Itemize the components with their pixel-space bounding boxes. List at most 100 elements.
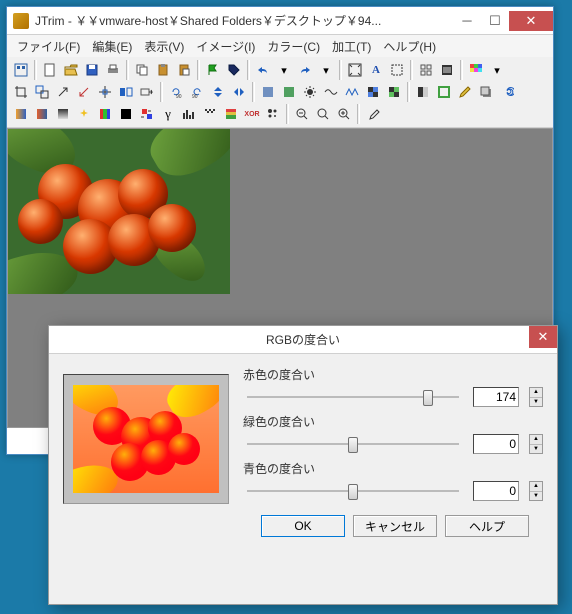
fullscreen-icon[interactable] bbox=[345, 60, 365, 80]
app-icon bbox=[13, 13, 29, 29]
titlebar[interactable]: JTrim - ￥￥vmware-host￥Shared Folders￥デスク… bbox=[7, 7, 553, 35]
blue-label: 青色の度合い bbox=[243, 460, 543, 477]
levels-icon[interactable] bbox=[179, 104, 199, 124]
pencil-icon[interactable] bbox=[455, 82, 475, 102]
tag-icon[interactable] bbox=[224, 60, 244, 80]
rotate-ccw-icon[interactable]: 90 bbox=[166, 82, 186, 102]
menu-image[interactable]: イメージ(I) bbox=[190, 36, 261, 57]
center-icon[interactable] bbox=[95, 82, 115, 102]
frame-icon[interactable] bbox=[434, 82, 454, 102]
open-icon[interactable] bbox=[61, 60, 81, 80]
crop-icon[interactable] bbox=[11, 82, 31, 102]
checker1-icon[interactable] bbox=[363, 82, 383, 102]
blue-input[interactable] bbox=[473, 481, 519, 501]
sparkle-icon[interactable] bbox=[74, 104, 94, 124]
grid4-icon[interactable] bbox=[416, 60, 436, 80]
flip-v-icon[interactable] bbox=[208, 82, 228, 102]
grad1-icon[interactable] bbox=[11, 104, 31, 124]
image-display bbox=[8, 129, 230, 294]
flag-icon[interactable] bbox=[203, 60, 223, 80]
half-icon[interactable] bbox=[413, 82, 433, 102]
copy-icon[interactable] bbox=[132, 60, 152, 80]
menu-process[interactable]: 加工(T) bbox=[326, 36, 377, 57]
preview-box bbox=[63, 374, 229, 504]
svg-text:90: 90 bbox=[176, 94, 182, 99]
dialog-close-button[interactable]: ✕ bbox=[529, 326, 557, 348]
posterize-icon[interactable] bbox=[221, 104, 241, 124]
ok-button[interactable]: OK bbox=[261, 515, 345, 537]
minimize-button[interactable]: ─ bbox=[453, 11, 481, 31]
halftone-icon[interactable] bbox=[263, 104, 283, 124]
paste-icon[interactable] bbox=[153, 60, 173, 80]
eyedropper-icon[interactable] bbox=[363, 104, 383, 124]
close-button[interactable]: ✕ bbox=[509, 11, 553, 31]
text-icon[interactable]: A bbox=[366, 60, 386, 80]
rgb-icon[interactable] bbox=[95, 104, 115, 124]
green-label: 緑色の度合い bbox=[243, 413, 543, 430]
menu-color[interactable]: カラー(C) bbox=[261, 36, 326, 57]
window-title: JTrim - ￥￥vmware-host￥Shared Folders￥デスク… bbox=[35, 12, 453, 29]
cancel-button[interactable]: キャンセル bbox=[353, 515, 437, 537]
palette-icon[interactable] bbox=[466, 60, 486, 80]
maximize-button[interactable]: ☐ bbox=[481, 11, 509, 31]
blue-spinner[interactable]: ▲▼ bbox=[529, 481, 543, 501]
rotate-cw-icon[interactable]: 90 bbox=[187, 82, 207, 102]
print-icon[interactable] bbox=[103, 60, 123, 80]
help-button[interactable]: ヘルプ bbox=[445, 515, 529, 537]
flip-h-icon[interactable] bbox=[116, 82, 136, 102]
zigzag-icon[interactable] bbox=[342, 82, 362, 102]
move-ne-icon[interactable] bbox=[53, 82, 73, 102]
svg-text:90: 90 bbox=[192, 94, 198, 99]
hsv-icon[interactable] bbox=[116, 104, 136, 124]
undo-icon[interactable] bbox=[253, 60, 273, 80]
redo-drop-icon[interactable]: ▾ bbox=[316, 60, 336, 80]
shift-icon[interactable] bbox=[137, 82, 157, 102]
undo-drop-icon[interactable]: ▾ bbox=[274, 60, 294, 80]
checker2-icon[interactable] bbox=[384, 82, 404, 102]
shadow-icon[interactable] bbox=[476, 82, 496, 102]
blue-slider[interactable] bbox=[243, 479, 463, 503]
red-label: 赤色の度合い bbox=[243, 366, 543, 383]
grad2-icon[interactable] bbox=[32, 104, 52, 124]
dialog-title-text: RGBの度合い bbox=[266, 331, 340, 348]
redo-icon[interactable] bbox=[295, 60, 315, 80]
rgb-dialog: RGBの度合い ✕ 赤色の度合い bbox=[48, 325, 558, 605]
mirror-icon[interactable] bbox=[229, 82, 249, 102]
gamma-icon[interactable]: γ bbox=[158, 104, 178, 124]
zoom-in-icon[interactable] bbox=[334, 104, 354, 124]
red-slider[interactable] bbox=[243, 385, 463, 409]
toolbars: ▾ ▾ A ▾ 90 90 bbox=[7, 57, 553, 128]
swap-icon[interactable] bbox=[137, 104, 157, 124]
resize-icon[interactable] bbox=[32, 82, 52, 102]
paste-merge-icon[interactable] bbox=[174, 60, 194, 80]
xor-icon[interactable]: XOR bbox=[242, 104, 262, 124]
filmstrip-icon[interactable] bbox=[437, 60, 457, 80]
wave-icon[interactable] bbox=[321, 82, 341, 102]
menu-file[interactable]: ファイル(F) bbox=[11, 36, 86, 57]
red-spinner[interactable]: ▲▼ bbox=[529, 387, 543, 407]
save-icon[interactable] bbox=[82, 60, 102, 80]
new-icon[interactable] bbox=[40, 60, 60, 80]
preview-image bbox=[73, 385, 219, 493]
move-sw-icon[interactable] bbox=[74, 82, 94, 102]
menu-help[interactable]: ヘルプ(H) bbox=[377, 36, 442, 57]
green-spinner[interactable]: ▲▼ bbox=[529, 434, 543, 454]
thumbnail-icon[interactable] bbox=[11, 60, 31, 80]
color1-icon[interactable] bbox=[258, 82, 278, 102]
color2-icon[interactable] bbox=[279, 82, 299, 102]
dither-icon[interactable] bbox=[200, 104, 220, 124]
green-slider[interactable] bbox=[243, 432, 463, 456]
brightness-icon[interactable] bbox=[300, 82, 320, 102]
spiral-icon[interactable] bbox=[497, 82, 517, 102]
menu-view[interactable]: 表示(V) bbox=[138, 36, 190, 57]
zoom-out-icon[interactable] bbox=[292, 104, 312, 124]
zoom-fit-icon[interactable] bbox=[313, 104, 333, 124]
select-icon[interactable] bbox=[387, 60, 407, 80]
grad3-icon[interactable] bbox=[53, 104, 73, 124]
palette-drop-icon[interactable]: ▾ bbox=[487, 60, 507, 80]
dialog-titlebar[interactable]: RGBの度合い ✕ bbox=[49, 326, 557, 354]
menubar: ファイル(F) 編集(E) 表示(V) イメージ(I) カラー(C) 加工(T)… bbox=[7, 35, 553, 57]
green-input[interactable] bbox=[473, 434, 519, 454]
red-input[interactable] bbox=[473, 387, 519, 407]
menu-edit[interactable]: 編集(E) bbox=[86, 36, 138, 57]
